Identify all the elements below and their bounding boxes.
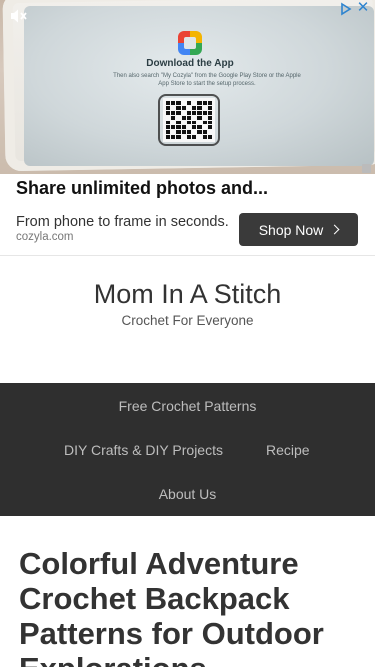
ad-image-subtitle: Then also search "My Cozyla" from the Go… (113, 73, 301, 87)
app-logo-icon (178, 31, 202, 55)
shop-now-button[interactable]: Shop Now (239, 213, 358, 246)
ad-domain[interactable]: cozyla.com (16, 231, 74, 243)
close-icon[interactable]: ✕ (355, 0, 371, 16)
chevron-right-icon (329, 224, 340, 235)
ad-image[interactable]: Download the App Then also search "My Co… (0, 0, 375, 174)
main-navigation: Free Crochet Patterns DIY Crafts & DIY P… (0, 383, 375, 516)
qr-code-icon (163, 98, 215, 142)
nav-item-free-crochet-patterns[interactable]: Free Crochet Patterns (0, 398, 375, 414)
shop-now-label: Shop Now (258, 221, 324, 238)
adchoices-icon[interactable] (339, 2, 353, 16)
mute-icon[interactable] (8, 6, 28, 26)
nav-item-recipe[interactable]: Recipe (266, 442, 310, 458)
article-title: Colorful Adventure Crochet Backpack Patt… (19, 546, 324, 667)
site-tagline: Crochet For Everyone (121, 313, 254, 328)
ad-info-icon (362, 164, 371, 173)
nav-item-diy-crafts[interactable]: DIY Crafts & DIY Projects (64, 442, 223, 458)
ad-description: From phone to frame in seconds. (16, 214, 229, 230)
ad-image-title: Download the App (146, 58, 234, 69)
ad-headline[interactable]: Share unlimited photos and... (16, 178, 268, 199)
site-title[interactable]: Mom In A Stitch (0, 279, 375, 310)
nav-item-about-us[interactable]: About Us (0, 486, 375, 502)
advertisement-banner[interactable]: Download the App Then also search "My Co… (0, 0, 375, 256)
